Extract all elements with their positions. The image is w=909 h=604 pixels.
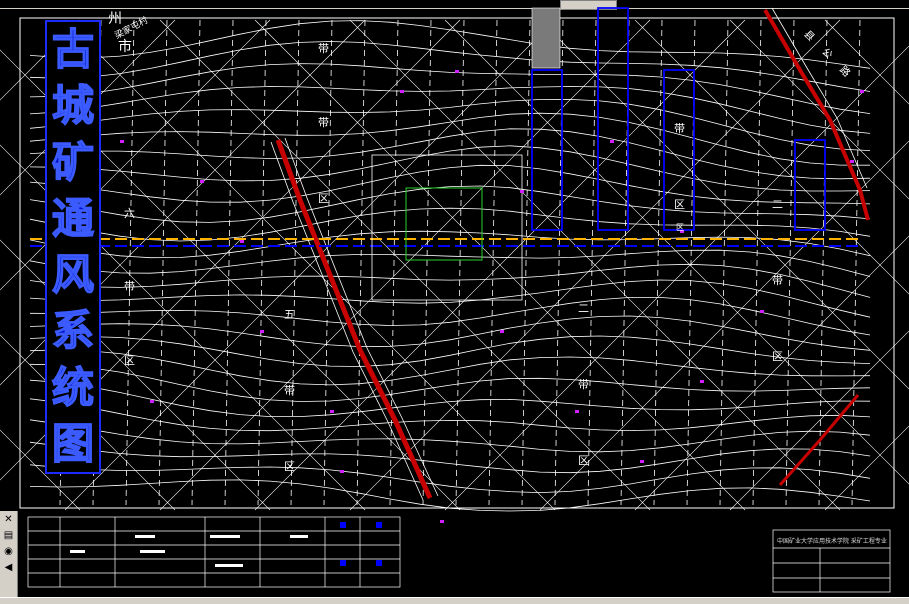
zone-label: 六 (124, 207, 135, 220)
borehole-marker (120, 140, 124, 143)
zone-label: 带 (578, 378, 589, 391)
borehole-marker (400, 90, 404, 93)
zone-label: 区 (676, 223, 684, 232)
zone-label: 区 (674, 198, 685, 211)
zone-label: 区 (284, 460, 295, 473)
pan-icon[interactable]: ◉ (1, 544, 16, 559)
zone-label: 二 (772, 198, 783, 211)
borehole-marker (340, 470, 344, 473)
zone-label: 带 (318, 42, 329, 55)
zone-label: 带 (772, 274, 783, 287)
title-char: 通 (51, 193, 95, 243)
borehole-marker (760, 310, 764, 313)
borehole-markers (120, 70, 864, 523)
zone-label: 二 (578, 302, 589, 315)
shaft-area (531, 7, 561, 69)
zone-label: 带 (674, 122, 685, 135)
zone-label: 五 (284, 308, 295, 321)
zone-label: 区 (578, 454, 589, 467)
legend-symbols (70, 522, 382, 567)
borehole-marker (575, 410, 579, 413)
borehole-marker (440, 520, 444, 523)
zone-label: 区 (772, 350, 783, 363)
cad-drawing-canvas[interactable] (0, 0, 909, 603)
borehole-marker (150, 400, 154, 403)
borehole-marker (860, 90, 864, 93)
fault-belt (270, 137, 439, 501)
close-icon[interactable]: ✕ (1, 512, 16, 527)
back-arrow-icon[interactable]: ◀ (1, 560, 16, 575)
borehole-marker (500, 330, 504, 333)
title-char: 统 (51, 362, 95, 412)
borehole-marker (700, 380, 704, 383)
borehole-marker (240, 240, 244, 243)
borehole-marker (260, 330, 264, 333)
layer-icon[interactable]: ▤ (1, 528, 16, 543)
title-char: 矿 (51, 137, 95, 187)
floating-toolbar: ✕ ▤ ◉ ◀ (0, 511, 18, 597)
title-char: 城 (51, 81, 95, 131)
title-char: 古 (51, 25, 95, 75)
zone-label: 带 (318, 116, 329, 129)
industrial-site (405, 187, 483, 261)
borehole-marker (200, 180, 204, 183)
zone-label: 区 (124, 354, 135, 367)
drawing-title-vertical: 古 城 矿 通 风 系 统 图 (45, 20, 101, 474)
title-char: 图 (51, 418, 95, 468)
zone-label: 带 (284, 384, 295, 397)
borehole-marker (850, 160, 854, 163)
borehole-marker (455, 70, 459, 73)
title-char: 风 (51, 250, 95, 300)
borehole-marker (330, 410, 334, 413)
contour-lines (29, 20, 871, 512)
zone-label: 区 (318, 192, 329, 205)
borehole-marker (520, 190, 524, 193)
title-char: 系 (51, 306, 95, 356)
exploration-lines (59, 19, 861, 506)
title-block-caption: 中国矿业大学应用技术学院 采矿工程专业 (777, 538, 887, 545)
borehole-marker (610, 140, 614, 143)
zone-label: 带 (124, 280, 135, 293)
borehole-marker (640, 460, 644, 463)
